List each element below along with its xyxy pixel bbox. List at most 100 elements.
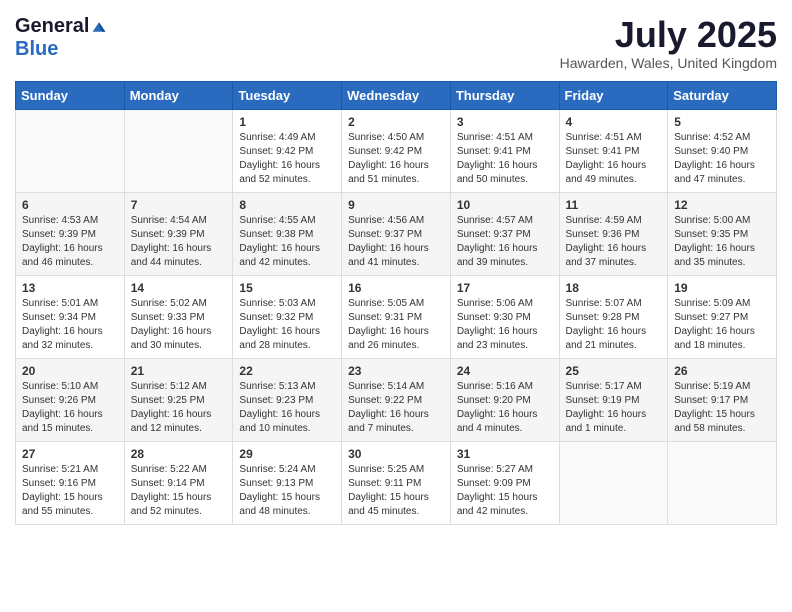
day-number: 16 — [348, 281, 444, 295]
calendar-cell: 19 Sunrise: 5:09 AM Sunset: 9:27 PM Dayli… — [668, 275, 777, 358]
logo-general-text: General — [15, 15, 89, 38]
day-number: 6 — [22, 198, 118, 212]
day-number: 26 — [674, 364, 770, 378]
location-text: Hawarden, Wales, United Kingdom — [560, 55, 777, 71]
day-number: 27 — [22, 447, 118, 461]
day-info: Sunrise: 5:19 AM Sunset: 9:17 PM Dayligh… — [674, 380, 770, 436]
day-number: 9 — [348, 198, 444, 212]
day-info: Sunrise: 5:14 AM Sunset: 9:22 PM Dayligh… — [348, 380, 444, 436]
day-number: 10 — [457, 198, 553, 212]
day-info: Sunrise: 5:17 AM Sunset: 9:19 PM Dayligh… — [566, 380, 662, 436]
day-info: Sunrise: 4:53 AM Sunset: 9:39 PM Dayligh… — [22, 214, 118, 270]
calendar-cell: 10 Sunrise: 4:57 AM Sunset: 9:37 PM Dayli… — [450, 192, 559, 275]
day-info: Sunrise: 4:54 AM Sunset: 9:39 PM Dayligh… — [131, 214, 227, 270]
day-number: 30 — [348, 447, 444, 461]
day-number: 5 — [674, 115, 770, 129]
calendar-cell: 1Sunrise: 4:49 AM Sunset: 9:42 PM Daylig… — [233, 109, 342, 192]
calendar-cell: 25 Sunrise: 5:17 AM Sunset: 9:19 PM Dayli… — [559, 358, 668, 441]
day-number: 18 — [566, 281, 662, 295]
calendar-cell: 12 Sunrise: 5:00 AM Sunset: 9:35 PM Dayli… — [668, 192, 777, 275]
day-info: Sunrise: 5:05 AM Sunset: 9:31 PM Dayligh… — [348, 297, 444, 353]
day-number: 8 — [239, 198, 335, 212]
day-number: 23 — [348, 364, 444, 378]
calendar-week-row: 20Sunrise: 5:10 AM Sunset: 9:26 PM Dayli… — [16, 358, 777, 441]
calendar-cell: 14Sunrise: 5:02 AM Sunset: 9:33 PM Dayli… — [124, 275, 233, 358]
calendar-cell — [16, 109, 125, 192]
calendar-cell — [124, 109, 233, 192]
day-info: Sunrise: 5:16 AM Sunset: 9:20 PM Dayligh… — [457, 380, 553, 436]
day-info: Sunrise: 5:22 AM Sunset: 9:14 PM Dayligh… — [131, 463, 227, 519]
calendar-cell: 9Sunrise: 4:56 AM Sunset: 9:37 PM Daylig… — [342, 192, 451, 275]
calendar-cell: 5 Sunrise: 4:52 AM Sunset: 9:40 PM Daylig… — [668, 109, 777, 192]
calendar-cell: 15Sunrise: 5:03 AM Sunset: 9:32 PM Dayli… — [233, 275, 342, 358]
day-number: 12 — [674, 198, 770, 212]
calendar-cell: 11 Sunrise: 4:59 AM Sunset: 9:36 PM Dayli… — [559, 192, 668, 275]
calendar-cell: 7 Sunrise: 4:54 AM Sunset: 9:39 PM Daylig… — [124, 192, 233, 275]
calendar-cell: 18 Sunrise: 5:07 AM Sunset: 9:28 PM Dayli… — [559, 275, 668, 358]
weekday-header-row: SundayMondayTuesdayWednesdayThursdayFrid… — [16, 81, 777, 109]
day-info: Sunrise: 4:55 AM Sunset: 9:38 PM Dayligh… — [239, 214, 335, 270]
calendar-cell: 13 Sunrise: 5:01 AM Sunset: 9:34 PM Dayli… — [16, 275, 125, 358]
day-info: Sunrise: 4:50 AM Sunset: 9:42 PM Dayligh… — [348, 131, 444, 187]
day-info: Sunrise: 5:09 AM Sunset: 9:27 PM Dayligh… — [674, 297, 770, 353]
month-title: July 2025 — [560, 15, 777, 55]
day-number: 17 — [457, 281, 553, 295]
weekday-header-thursday: Thursday — [450, 81, 559, 109]
calendar-cell: 6 Sunrise: 4:53 AM Sunset: 9:39 PM Daylig… — [16, 192, 125, 275]
day-info: Sunrise: 4:51 AM Sunset: 9:41 PM Dayligh… — [457, 131, 553, 187]
day-info: Sunrise: 5:21 AM Sunset: 9:16 PM Dayligh… — [22, 463, 118, 519]
day-number: 11 — [566, 198, 662, 212]
day-number: 19 — [674, 281, 770, 295]
day-info: Sunrise: 5:13 AM Sunset: 9:23 PM Dayligh… — [239, 380, 335, 436]
calendar-cell — [559, 441, 668, 524]
day-number: 4 — [566, 115, 662, 129]
day-number: 13 — [22, 281, 118, 295]
calendar-cell: 27 Sunrise: 5:21 AM Sunset: 9:16 PM Dayli… — [16, 441, 125, 524]
day-info: Sunrise: 5:00 AM Sunset: 9:35 PM Dayligh… — [674, 214, 770, 270]
weekday-header-friday: Friday — [559, 81, 668, 109]
day-number: 22 — [239, 364, 335, 378]
day-info: Sunrise: 4:59 AM Sunset: 9:36 PM Dayligh… — [566, 214, 662, 270]
day-info: Sunrise: 5:02 AM Sunset: 9:33 PM Dayligh… — [131, 297, 227, 353]
calendar-cell: 22 Sunrise: 5:13 AM Sunset: 9:23 PM Dayli… — [233, 358, 342, 441]
day-number: 21 — [131, 364, 227, 378]
day-number: 25 — [566, 364, 662, 378]
weekday-header-wednesday: Wednesday — [342, 81, 451, 109]
day-number: 2 — [348, 115, 444, 129]
day-info: Sunrise: 5:12 AM Sunset: 9:25 PM Dayligh… — [131, 380, 227, 436]
calendar-cell: 24 Sunrise: 5:16 AM Sunset: 9:20 PM Dayli… — [450, 358, 559, 441]
title-block: July 2025 Hawarden, Wales, United Kingdo… — [560, 15, 777, 71]
calendar-cell: 23 Sunrise: 5:14 AM Sunset: 9:22 PM Dayli… — [342, 358, 451, 441]
weekday-header-tuesday: Tuesday — [233, 81, 342, 109]
day-info: Sunrise: 5:25 AM Sunset: 9:11 PM Dayligh… — [348, 463, 444, 519]
logo: General Blue — [15, 15, 107, 61]
calendar-cell: 29Sunrise: 5:24 AM Sunset: 9:13 PM Dayli… — [233, 441, 342, 524]
day-number: 3 — [457, 115, 553, 129]
day-info: Sunrise: 5:01 AM Sunset: 9:34 PM Dayligh… — [22, 297, 118, 353]
logo-icon — [91, 19, 107, 35]
day-number: 7 — [131, 198, 227, 212]
calendar-cell: 28 Sunrise: 5:22 AM Sunset: 9:14 PM Dayli… — [124, 441, 233, 524]
day-info: Sunrise: 5:06 AM Sunset: 9:30 PM Dayligh… — [457, 297, 553, 353]
weekday-header-saturday: Saturday — [668, 81, 777, 109]
weekday-header-monday: Monday — [124, 81, 233, 109]
calendar-cell: 3 Sunrise: 4:51 AM Sunset: 9:41 PM Daylig… — [450, 109, 559, 192]
calendar-cell: 26 Sunrise: 5:19 AM Sunset: 9:17 PM Dayli… — [668, 358, 777, 441]
day-info: Sunrise: 4:57 AM Sunset: 9:37 PM Dayligh… — [457, 214, 553, 270]
day-number: 1 — [239, 115, 335, 129]
day-info: Sunrise: 5:24 AM Sunset: 9:13 PM Dayligh… — [239, 463, 335, 519]
calendar-cell: 30 Sunrise: 5:25 AM Sunset: 9:11 PM Dayli… — [342, 441, 451, 524]
day-info: Sunrise: 4:52 AM Sunset: 9:40 PM Dayligh… — [674, 131, 770, 187]
day-info: Sunrise: 5:07 AM Sunset: 9:28 PM Dayligh… — [566, 297, 662, 353]
calendar-week-row: 1Sunrise: 4:49 AM Sunset: 9:42 PM Daylig… — [16, 109, 777, 192]
weekday-header-sunday: Sunday — [16, 81, 125, 109]
day-number: 15 — [239, 281, 335, 295]
day-number: 28 — [131, 447, 227, 461]
calendar-cell: 2 Sunrise: 4:50 AM Sunset: 9:42 PM Daylig… — [342, 109, 451, 192]
day-info: Sunrise: 4:51 AM Sunset: 9:41 PM Dayligh… — [566, 131, 662, 187]
calendar-cell: 21 Sunrise: 5:12 AM Sunset: 9:25 PM Dayli… — [124, 358, 233, 441]
day-number: 24 — [457, 364, 553, 378]
calendar-cell: 20Sunrise: 5:10 AM Sunset: 9:26 PM Dayli… — [16, 358, 125, 441]
calendar-cell: 17 Sunrise: 5:06 AM Sunset: 9:30 PM Dayli… — [450, 275, 559, 358]
logo-blue-text: Blue — [15, 38, 58, 61]
